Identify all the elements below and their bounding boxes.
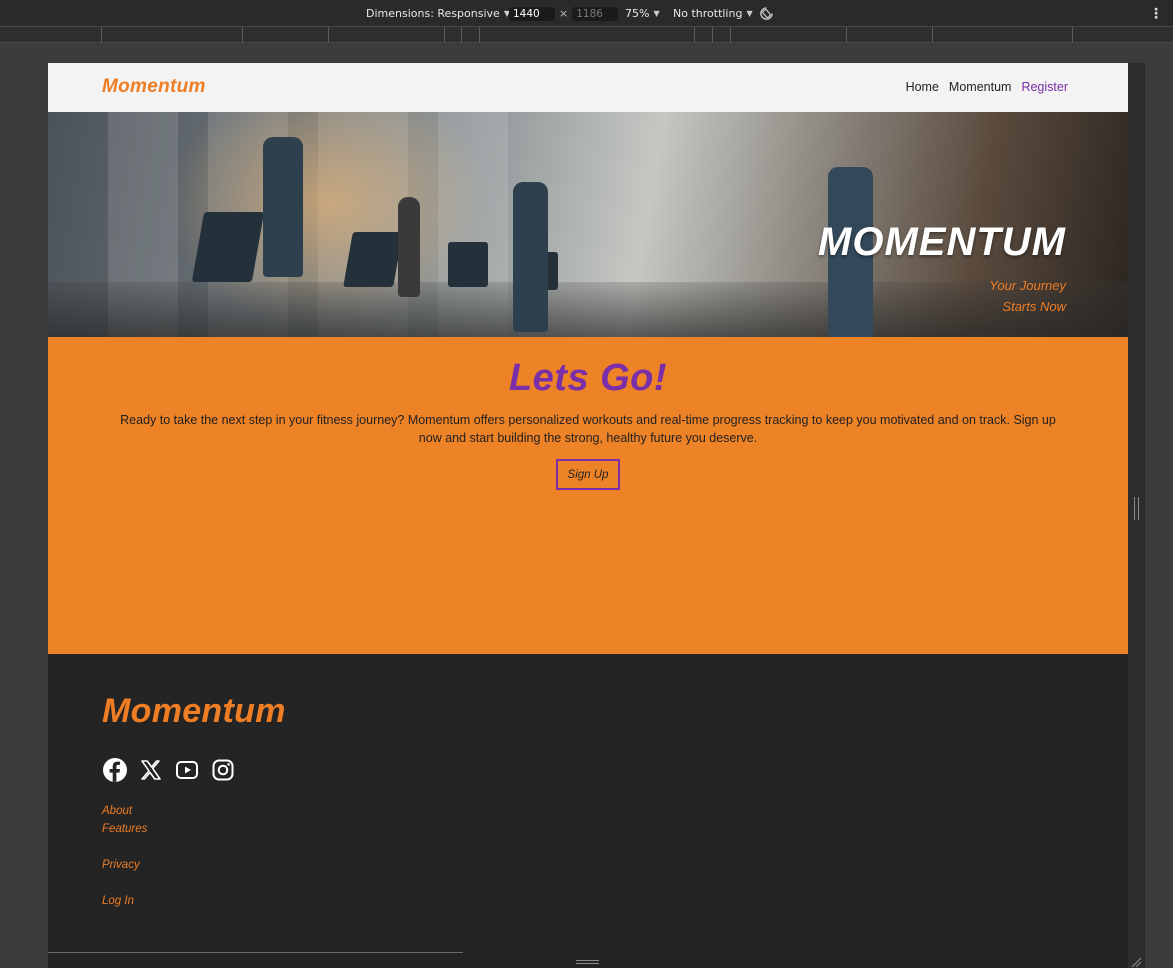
treadmill-shape xyxy=(191,212,265,282)
cta-section: Lets Go! Ready to take the next step in … xyxy=(48,337,1128,654)
more-options-icon[interactable]: ⋮ xyxy=(1149,0,1163,27)
runner-figure xyxy=(398,197,420,297)
bottom-divider xyxy=(48,952,463,953)
resize-corner-icon[interactable] xyxy=(1130,956,1142,968)
dimensions-label: Dimensions: Responsive xyxy=(366,7,500,20)
resize-handle-right[interactable] xyxy=(1134,497,1139,520)
nav-link-home[interactable]: Home xyxy=(906,80,939,94)
brand-logo[interactable]: Momentum xyxy=(102,76,206,98)
hero-subtitle-line1: Your Journey xyxy=(989,278,1066,293)
youtube-icon[interactable] xyxy=(174,757,200,783)
hero-banner: MOMENTUM Your Journey Starts Now xyxy=(48,112,1128,337)
nav-links: Home Momentum Register xyxy=(906,80,1068,94)
cta-title: Lets Go! xyxy=(508,357,668,399)
zoom-label: 75% xyxy=(625,7,650,20)
social-links xyxy=(102,757,236,783)
nav-link-register[interactable]: Register xyxy=(1021,80,1068,94)
devtools-toolbar: Dimensions: Responsive ▼ 1440 × 1186 75%… xyxy=(0,0,1173,27)
runner-figure xyxy=(263,137,303,277)
hero-subtitle: Your Journey Starts Now xyxy=(989,275,1066,317)
footer: Momentum About Features Privacy Log In xyxy=(48,654,1128,968)
sign-up-button[interactable]: Sign Up xyxy=(556,459,620,490)
zoom-chevron-icon: ▼ xyxy=(653,9,660,18)
navbar: Momentum Home Momentum Register xyxy=(48,63,1128,112)
footer-brand: Momentum xyxy=(102,692,286,730)
zoom-dropdown[interactable]: 75% ▼ xyxy=(625,0,660,27)
times-sign: × xyxy=(559,7,569,20)
facebook-icon[interactable] xyxy=(102,757,128,783)
width-input[interactable]: 1440 xyxy=(509,6,555,21)
hero-title: MOMENTUM xyxy=(818,220,1066,264)
rotate-button[interactable] xyxy=(759,0,774,27)
instagram-icon[interactable] xyxy=(210,757,236,783)
throttling-dropdown[interactable]: No throttling ▼ xyxy=(673,0,753,27)
rotate-icon xyxy=(760,7,773,20)
media-query-ruler xyxy=(0,27,1173,43)
footer-link-log-in[interactable]: Log In xyxy=(102,895,134,907)
height-input[interactable]: 1186 xyxy=(572,6,619,21)
hero-floor xyxy=(48,282,1128,337)
footer-link-about[interactable]: About xyxy=(102,805,132,817)
dimensions-dropdown[interactable]: Dimensions: Responsive ▼ xyxy=(366,0,510,27)
x-icon[interactable] xyxy=(138,757,164,783)
runner-figure xyxy=(513,182,548,332)
throttling-chevron-icon: ▼ xyxy=(746,9,753,18)
cta-text: Ready to take the next step in your fitn… xyxy=(120,413,1056,445)
footer-link-privacy[interactable]: Privacy xyxy=(102,859,140,871)
treadmill-shape xyxy=(448,242,488,287)
hero-subtitle-line2: Starts Now xyxy=(1002,299,1066,314)
footer-link-features[interactable]: Features xyxy=(102,823,147,835)
nav-link-momentum[interactable]: Momentum xyxy=(949,80,1012,94)
resize-handle-bottom[interactable] xyxy=(576,960,599,964)
throttling-label: No throttling xyxy=(673,7,743,20)
treadmill-shape xyxy=(343,232,403,287)
emulated-viewport: Momentum Home Momentum Register MOMENTUM… xyxy=(48,63,1128,968)
